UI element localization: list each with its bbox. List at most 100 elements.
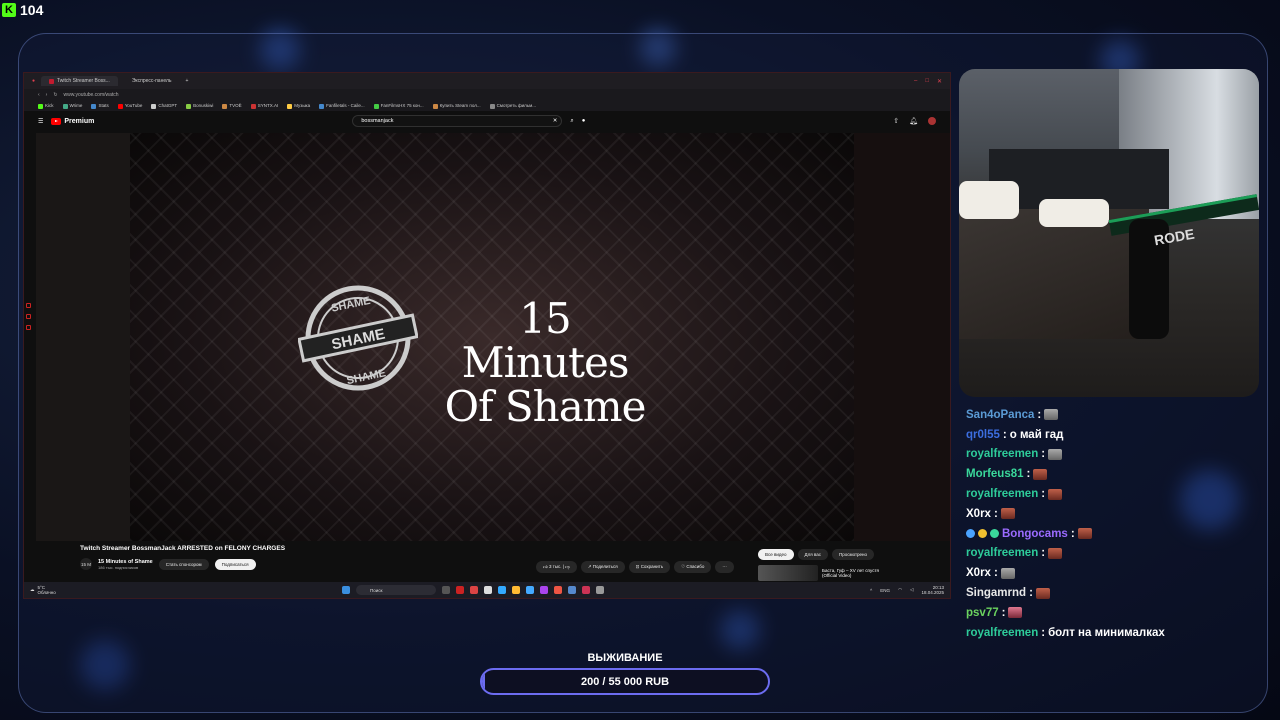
chat-username[interactable]: royalfreemen: [966, 488, 1038, 500]
address-bar[interactable]: ‹ › ↻ www.youtube.com/watch: [24, 89, 950, 101]
bookmark-item[interactable]: Fanfiletals - Caile...: [319, 103, 365, 109]
rail-icon[interactable]: [26, 325, 31, 330]
channel-avatar[interactable]: 15 M: [80, 558, 92, 570]
chat-separator: :: [1041, 448, 1046, 461]
share-button[interactable]: ↗ Поделиться: [580, 561, 625, 573]
tab-express-panel[interactable]: Экспресс-панель: [124, 76, 180, 86]
chat-username[interactable]: royalfreemen: [966, 448, 1038, 460]
taskbar-app-icon[interactable]: [582, 586, 590, 594]
chat-message: royalfreemen : болт на минималках: [966, 623, 1266, 643]
channel-name[interactable]: 15 Minutes of Shame: [98, 559, 153, 565]
chat-username[interactable]: royalfreemen: [966, 627, 1038, 639]
browser-logo-icon[interactable]: ●: [32, 78, 35, 84]
chat-message: royalfreemen :: [966, 484, 1266, 504]
taskbar-search[interactable]: Поиск: [356, 585, 436, 595]
chat-username[interactable]: Singamrnd: [966, 587, 1026, 599]
video-thumbnail-title: 15 Minutes Of Shame: [444, 294, 647, 431]
mic-icon[interactable]: ●: [582, 118, 586, 124]
chat-separator: :: [1037, 408, 1042, 421]
taskbar-app-icon[interactable]: [526, 586, 534, 594]
shame-stamp-icon: SHAME SHAME SHAME: [298, 285, 418, 391]
reload-icon[interactable]: ↻: [53, 92, 57, 98]
taskbar-app-icon[interactable]: [484, 586, 492, 594]
folder-icon[interactable]: [512, 586, 520, 594]
rail-icon[interactable]: [26, 303, 31, 308]
taskbar-app-icon[interactable]: [540, 586, 548, 594]
like-button[interactable]: 👍︎ 3 тыс. | 👎︎: [536, 561, 577, 573]
bookmark-item[interactable]: Wrime: [62, 103, 82, 109]
chat-username[interactable]: royalfreemen: [966, 547, 1038, 559]
bookmark-item[interactable]: Stats: [91, 103, 109, 109]
avatar[interactable]: [928, 117, 936, 125]
chat-username[interactable]: Bongocams: [1002, 528, 1068, 540]
wifi-icon[interactable]: ◠: [898, 587, 902, 593]
weather-icon[interactable]: ☁: [30, 587, 35, 593]
rec-tab-watched[interactable]: Просмотрено: [832, 549, 875, 560]
emote-icon: [1048, 547, 1063, 559]
emote-icon: [1035, 587, 1050, 599]
clear-search-icon[interactable]: ✕: [553, 118, 562, 124]
more-button[interactable]: ⋯: [715, 561, 734, 573]
taskbar-app-icon[interactable]: [596, 586, 604, 594]
clock[interactable]: 20:13 18.04.2025: [921, 585, 944, 595]
bookmark-item[interactable]: Музыка: [287, 103, 310, 109]
chat-username[interactable]: qr0l55: [966, 429, 1000, 441]
volume-icon[interactable]: ◁: [910, 587, 913, 593]
chat-username[interactable]: X0rx: [966, 508, 991, 520]
windows-taskbar: ☁ 5°C Облачно Поиск ^ ENG ◠ ◁ 20:13 18.0…: [24, 582, 950, 598]
bookmark-item[interactable]: ChatGPT: [151, 103, 177, 109]
emote-icon: [1033, 468, 1048, 480]
bookmark-item[interactable]: FanFilmsHX 75 кон...: [373, 103, 424, 109]
close-icon[interactable]: ✕: [937, 78, 942, 85]
taskbar-app-icon[interactable]: [568, 586, 576, 594]
language-indicator[interactable]: ENG: [880, 588, 890, 593]
window-controls: – □ ✕: [914, 78, 950, 85]
bookmark-item[interactable]: Купить Steam пол...: [432, 103, 481, 109]
youtube-search-input[interactable]: bossmanjack ✕: [352, 115, 563, 127]
taskbar-app-icon[interactable]: [554, 586, 562, 594]
bookmark-item[interactable]: Kick: [38, 103, 54, 109]
bookmark-item[interactable]: TVOЁ: [222, 103, 242, 109]
chat-separator: :: [1041, 488, 1046, 501]
rail-icon[interactable]: [26, 314, 31, 319]
start-icon[interactable]: [342, 586, 350, 594]
url-text[interactable]: www.youtube.com/watch: [64, 92, 119, 98]
taskbar-app-icon[interactable]: [498, 586, 506, 594]
chat-username[interactable]: Morfeus81: [966, 468, 1024, 480]
youtube-logo[interactable]: Premium: [51, 117, 94, 125]
notifications-icon[interactable]: 🔔︎: [909, 117, 918, 125]
tray-chevron-icon[interactable]: ^: [870, 588, 872, 593]
taskbar-app-icon[interactable]: [456, 586, 464, 594]
webcam-feed: RODE: [959, 69, 1259, 397]
thanks-button[interactable]: ♡ Спасибо: [674, 561, 712, 573]
new-tab-icon[interactable]: +: [186, 78, 189, 84]
recommended-video[interactable]: Баста, Гуф – ХV лет спустя (Official Vid…: [758, 565, 892, 581]
subscribe-button[interactable]: Подписаться: [214, 558, 256, 570]
video-player[interactable]: SHAME SHAME SHAME 15 Minutes Of Shame: [130, 133, 854, 541]
forward-icon[interactable]: ›: [46, 92, 48, 98]
bookmark-item[interactable]: YouTube: [117, 103, 142, 109]
rec-tab-for-you[interactable]: Для вас: [797, 549, 828, 560]
chat-username[interactable]: X0rx: [966, 567, 991, 579]
maximize-icon[interactable]: □: [925, 78, 929, 85]
bookmark-item[interactable]: SYNTX.AI: [250, 103, 278, 109]
taskbar-app-icon[interactable]: [470, 586, 478, 594]
viewer-count: 104: [20, 2, 44, 18]
chat-username[interactable]: psv77: [966, 607, 999, 619]
save-button[interactable]: ⊡ Сохранить: [628, 561, 671, 573]
minimize-icon[interactable]: –: [914, 78, 917, 85]
search-icon[interactable]: ⌕: [570, 118, 573, 125]
rec-tab-all[interactable]: Все видео: [758, 549, 794, 560]
chat-message: psv77 :: [966, 603, 1266, 623]
sponsor-button[interactable]: Стать спонсором: [158, 558, 209, 570]
upload-icon[interactable]: ⇧: [893, 117, 899, 125]
tab-active[interactable]: Twitch Streamer Boss...: [41, 76, 118, 86]
bookmark-item[interactable]: Смотреть фильм...: [489, 103, 536, 109]
chat-username[interactable]: San4oPanca: [966, 409, 1034, 421]
menu-icon[interactable]: ☰: [38, 118, 43, 125]
emote-icon: [1008, 607, 1023, 619]
chat-message: qr0l55 :о май гад: [966, 425, 1266, 445]
taskview-icon[interactable]: [442, 586, 450, 594]
back-icon[interactable]: ‹: [38, 92, 40, 98]
bookmark-item[interactable]: Bonuskiwi: [186, 103, 213, 109]
